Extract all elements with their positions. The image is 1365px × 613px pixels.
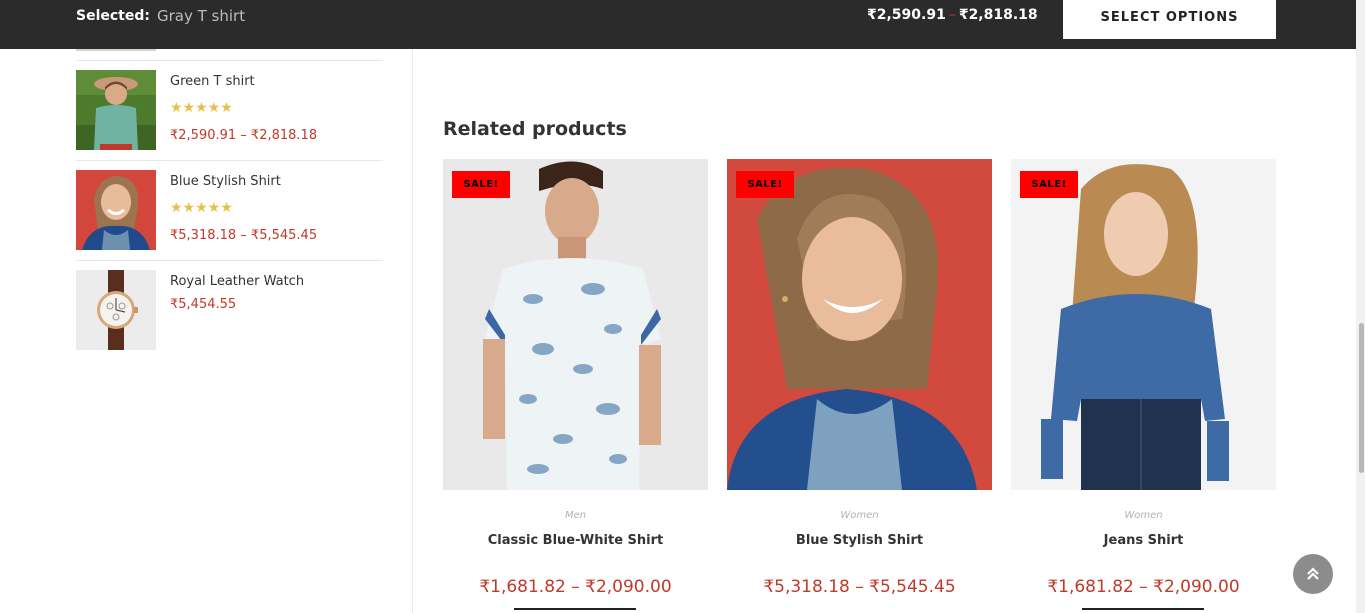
sidebar-border (412, 49, 413, 613)
sticky-product-bar: Selected: Gray T shirt ₹2,590.91– ₹2,818.… (0, 0, 1356, 49)
man-lying-on-grass-icon[interactable] (76, 70, 156, 150)
add-to-cart-button-edge[interactable] (514, 608, 636, 613)
sticky-price-range: ₹2,590.91– ₹2,818.18 (867, 7, 1038, 23)
product-title-link[interactable]: Classic Blue-White Shirt (443, 533, 708, 548)
smiling-woman-denim-jacket-icon[interactable] (76, 170, 156, 250)
sale-badge: SALE! (452, 171, 510, 198)
selected-label: Selected: (76, 8, 150, 24)
product-price: ₹1,681.82 – ₹2,090.00 (1047, 577, 1240, 597)
sidebar-divider-line (76, 60, 383, 61)
add-to-cart-button-edge[interactable] (1082, 608, 1204, 613)
sale-badge: SALE! (1020, 171, 1078, 198)
sidebar-product-green-t-shirt[interactable]: Green T shirt ★★★★★ ₹2,590.91 – ₹2,818.1… (76, 60, 383, 150)
related-product-card: SALE! Women Blue Stylish Shirt ₹5,318.18… (727, 159, 992, 613)
sidebar-product-blue-stylish-shirt[interactable]: Blue Stylish Shirt ★★★★★ ₹5,318.18 – ₹5,… (76, 160, 383, 250)
product-category-link[interactable]: Men (443, 510, 708, 521)
previous-item-thumbnail-edge (76, 49, 156, 51)
sidebar-product-price: ₹2,590.91 – ₹2,818.18 (170, 128, 318, 143)
sidebar-product-price: ₹5,318.18 – ₹5,545.45 (170, 228, 318, 243)
related-product-card: SALE! Women Jeans Shirt ₹1,681.82 – ₹2,0… (1011, 159, 1276, 613)
product-title-link[interactable]: Jeans Shirt (1011, 533, 1276, 548)
double-chevron-up-icon[interactable] (1293, 554, 1333, 594)
sidebar-product-title[interactable]: Blue Stylish Shirt (170, 174, 281, 189)
selected-variant: Gray T shirt (157, 7, 246, 25)
man-floral-shirt-icon[interactable]: SALE! (443, 159, 708, 490)
sale-badge: SALE! (736, 171, 794, 198)
product-title-link[interactable]: Blue Stylish Shirt (727, 533, 992, 548)
sidebar-divider-line (76, 160, 383, 161)
smiling-woman-denim-jacket-icon[interactable]: SALE! (727, 159, 992, 490)
product-price: ₹5,318.18 – ₹5,545.45 (763, 577, 956, 597)
price-dash: – (948, 7, 956, 23)
price-high: ₹2,818.18 (958, 7, 1038, 23)
product-category-link[interactable]: Women (727, 510, 992, 521)
related-product-card: SALE! Men Classic Blue-White Shirt ₹1,68… (443, 159, 708, 613)
product-category-link[interactable]: Women (1011, 510, 1276, 521)
sidebar-product-title[interactable]: Green T shirt (170, 74, 255, 89)
scrollbar-thumb[interactable] (1359, 323, 1364, 473)
product-price: ₹1,681.82 – ₹2,090.00 (479, 577, 672, 597)
sidebar-product-title[interactable]: Royal Leather Watch (170, 274, 304, 289)
sidebar-product-royal-leather-watch[interactable]: Royal Leather Watch ₹5,454.55 (76, 260, 383, 350)
price-low: ₹2,590.91 (867, 7, 946, 23)
star-rating: ★★★★★ (170, 200, 233, 216)
star-rating: ★★★★★ (170, 100, 233, 116)
leather-wrist-watch-icon[interactable] (76, 270, 156, 350)
select-options-button[interactable]: SELECT OPTIONS (1063, 0, 1276, 39)
woman-jeans-shirt-icon[interactable]: SALE! (1011, 159, 1276, 490)
page-scrollbar[interactable] (1356, 0, 1365, 613)
sidebar-divider-line (76, 260, 383, 261)
related-products-heading: Related products (443, 118, 627, 140)
sidebar-product-price: ₹5,454.55 (170, 297, 237, 312)
